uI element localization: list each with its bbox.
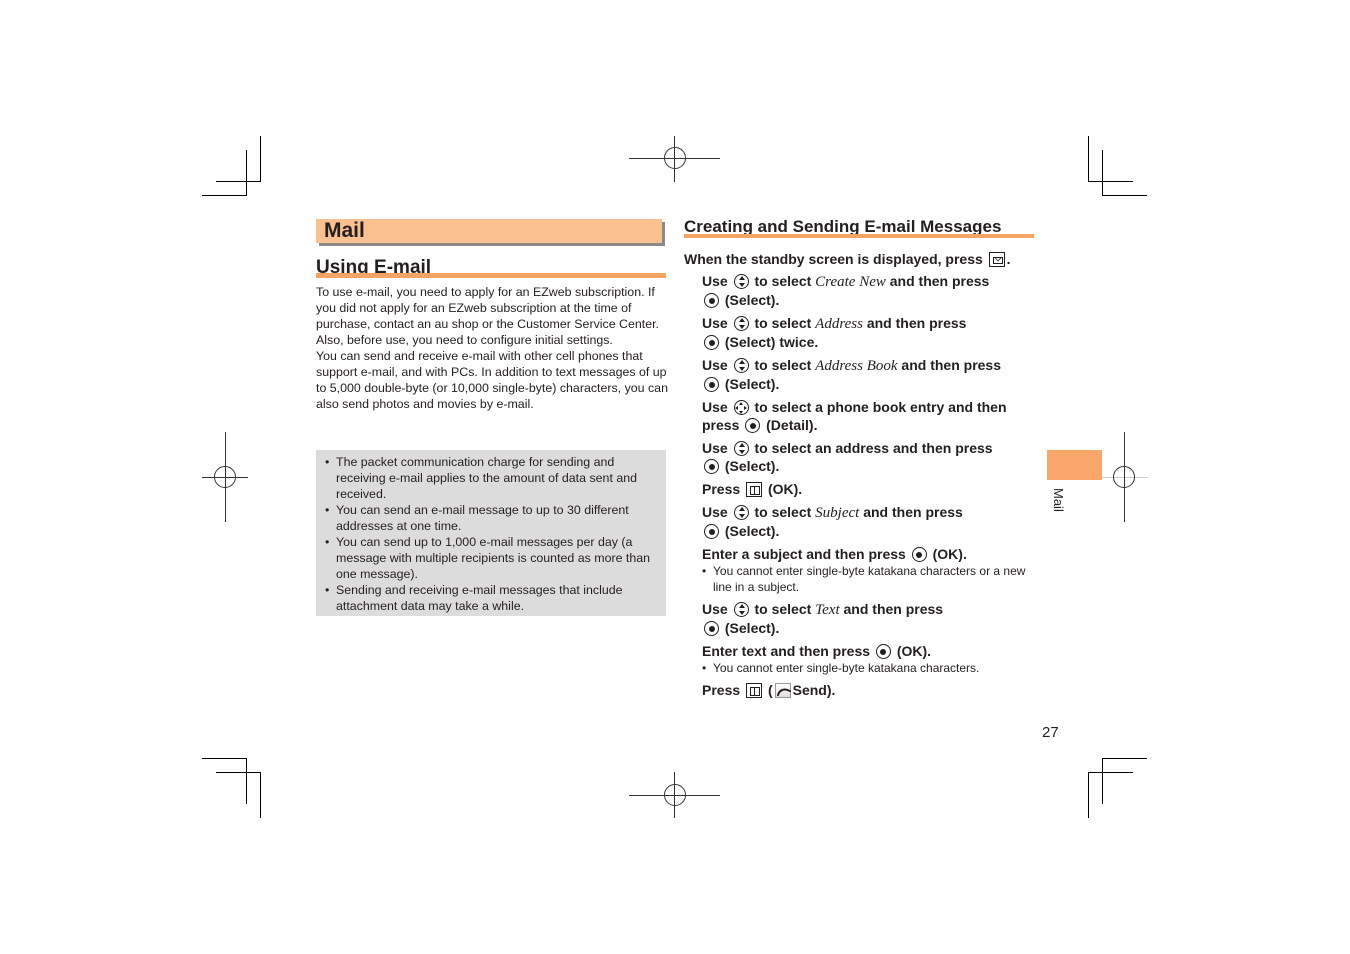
page-number: 27 [1042, 724, 1059, 741]
menu-item-name: Subject [815, 505, 860, 521]
paragraph: You can send and receive e-mail with oth… [316, 349, 668, 411]
step-text: to select [754, 504, 812, 520]
soft-key-icon [746, 482, 763, 497]
side-tab-marker [1047, 450, 1102, 480]
step-9: Use to select Text and then press (Selec… [702, 600, 1042, 637]
side-tab-label: Mail [1051, 488, 1066, 512]
intro-text: To use e-mail, you need to apply for an … [316, 284, 668, 412]
up-down-key-icon [733, 274, 749, 289]
menu-item-name: Text [815, 602, 840, 618]
center-key-icon [704, 377, 719, 392]
step-3: Use to select Address Book and then pres… [702, 356, 1042, 393]
step-4: Use to select a phone book entry and the… [702, 398, 1042, 434]
step-1: Use to select Create New and then press … [702, 272, 1042, 309]
step-text: Enter text and then press [702, 643, 871, 659]
step-text: Use [702, 440, 728, 456]
up-down-key-icon [733, 441, 749, 456]
step-text: (Select). [724, 523, 780, 539]
up-down-key-icon [733, 602, 749, 617]
step-text: Press [702, 481, 741, 497]
step-text: and then press [889, 273, 990, 289]
menu-item-name: Address Book [815, 358, 898, 374]
step-text: (Select). [724, 292, 780, 308]
step-text: Use [702, 357, 728, 373]
note-item: You can send an e-mail message to up to … [324, 502, 658, 534]
center-key-icon [704, 459, 719, 474]
step-text: Enter a subject and then press [702, 546, 906, 562]
step-text: Use [702, 504, 728, 520]
note-item: You can send up to 1,000 e-mail messages… [324, 534, 658, 582]
step-text: to select an address and then press [754, 440, 993, 456]
center-key-icon [704, 335, 719, 350]
step-text: ( [767, 682, 773, 698]
step-text: Press [702, 682, 741, 698]
four-way-key-icon [733, 400, 749, 415]
step-text: and then press [863, 504, 963, 520]
note-item: Sending and receiving e-mail messages th… [324, 582, 658, 614]
step-10: Enter text and then press (OK). [702, 642, 1042, 660]
step-7: Use to select Subject and then press (Se… [702, 503, 1042, 540]
step-text: to select [754, 357, 812, 373]
procedure-intro: When the standby screen is displayed, pr… [684, 250, 1011, 268]
step-2: Use to select Address and then press (Se… [702, 314, 1042, 351]
step-text: Send). [792, 682, 836, 698]
section-banner: Mail [316, 219, 662, 243]
step-text: (Detail). [766, 417, 818, 433]
step-text: Use [702, 601, 728, 617]
step-text: (OK). [767, 481, 803, 497]
up-down-key-icon [733, 358, 749, 373]
step-text: (Select). [724, 376, 780, 392]
step-text: and then press [866, 315, 967, 331]
intro-period: . [1006, 251, 1011, 267]
up-down-key-icon [733, 505, 749, 520]
step-text: Use [702, 399, 728, 415]
heading-underline [684, 234, 1034, 238]
up-down-key-icon [733, 316, 749, 331]
step-note: You cannot enter single-byte katakana ch… [702, 660, 1042, 676]
step-text: and then press [843, 601, 944, 617]
soft-key-icon [746, 683, 763, 698]
step-text: (OK). [896, 643, 932, 659]
step-text: Use [702, 315, 728, 331]
procedure-steps: Use to select Create New and then press … [702, 272, 1042, 704]
center-key-icon [704, 621, 719, 636]
step-11: Press ( Send). [702, 681, 1042, 699]
intro-text: When the standby screen is displayed, pr… [684, 251, 983, 267]
note-item: The packet communication charge for send… [324, 454, 658, 502]
heading-underline [316, 273, 666, 278]
center-key-icon [704, 524, 719, 539]
step-8: Enter a subject and then press (OK). [702, 545, 1042, 563]
step-text: to select [754, 315, 812, 331]
step-text: (Select). [724, 620, 780, 636]
send-icon [774, 683, 791, 698]
center-key-icon [745, 418, 761, 433]
step-text: and then press [901, 357, 1002, 373]
step-text: (Select). [724, 458, 780, 474]
step-5: Use to select an address and then press … [702, 439, 1042, 475]
menu-item-name: Address [815, 316, 863, 332]
center-key-icon [875, 644, 891, 659]
step-text: to select [754, 601, 812, 617]
menu-item-name: Create New [815, 274, 886, 290]
step-text: to select [754, 273, 812, 289]
paragraph: To use e-mail, you need to apply for an … [316, 285, 659, 347]
mail-key-icon [988, 252, 1005, 267]
step-6: Press (OK). [702, 480, 1042, 498]
center-key-icon [704, 293, 719, 308]
step-text: Use [702, 273, 728, 289]
step-text: (OK). [932, 546, 967, 562]
step-text: (Select) twice. [724, 334, 819, 350]
step-note: You cannot enter single-byte katakana ch… [702, 563, 1042, 595]
notes-box: The packet communication charge for send… [316, 450, 666, 616]
center-key-icon [911, 547, 927, 562]
section-title: Mail [324, 219, 365, 242]
